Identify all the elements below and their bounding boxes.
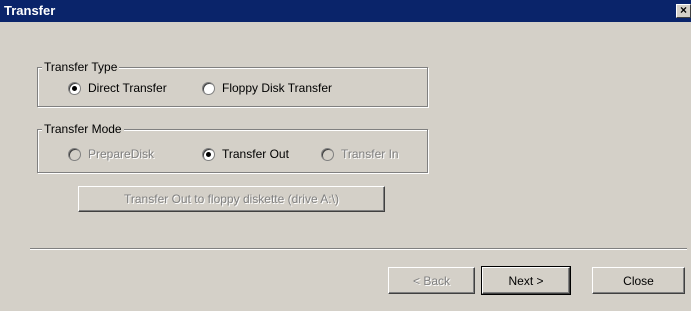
transfer-out-floppy-button[interactable]: Transfer Out to floppy diskette (drive A… bbox=[78, 186, 385, 212]
radio-dot-direct-transfer[interactable] bbox=[68, 81, 81, 95]
window-close-button[interactable]: × bbox=[676, 3, 691, 18]
radio-label-transfer-in: Transfer In bbox=[341, 147, 399, 161]
next-button[interactable]: Next > bbox=[481, 266, 571, 295]
close-button[interactable]: Close bbox=[592, 267, 685, 294]
transfer-out-floppy-button-label: Transfer Out to floppy diskette (drive A… bbox=[124, 192, 339, 206]
radio-dot-prepare-disk[interactable] bbox=[68, 147, 81, 161]
next-button-label: Next > bbox=[508, 273, 544, 288]
radio-label-transfer-out: Transfer Out bbox=[222, 147, 289, 161]
radio-dot-transfer-out[interactable] bbox=[202, 147, 215, 161]
back-button[interactable]: < Back bbox=[388, 267, 475, 294]
radio-direct-transfer[interactable]: Direct Transfer bbox=[68, 81, 167, 95]
radio-transfer-in[interactable]: Transfer In bbox=[321, 147, 399, 161]
window-title: Transfer bbox=[4, 3, 56, 18]
transfer-type-label: Transfer Type bbox=[42, 60, 120, 74]
radio-floppy-disk-transfer[interactable]: Floppy Disk Transfer bbox=[202, 81, 332, 95]
close-icon: × bbox=[680, 3, 688, 17]
close-button-label: Close bbox=[623, 273, 654, 288]
back-button-label: < Back bbox=[412, 273, 451, 288]
radio-label-floppy-disk-transfer: Floppy Disk Transfer bbox=[222, 81, 333, 95]
footer-separator bbox=[30, 248, 687, 250]
radio-prepare-disk[interactable]: PrepareDisk bbox=[68, 147, 154, 161]
radio-label-direct-transfer: Direct Transfer bbox=[88, 81, 167, 95]
radio-dot-floppy-disk-transfer[interactable] bbox=[202, 81, 215, 95]
radio-transfer-out[interactable]: Transfer Out bbox=[202, 147, 289, 161]
title-bar: Transfer × bbox=[0, 0, 691, 22]
radio-dot-transfer-in[interactable] bbox=[321, 147, 334, 161]
transfer-mode-label: Transfer Mode bbox=[42, 122, 124, 136]
radio-label-prepare-disk: PrepareDisk bbox=[88, 147, 155, 161]
